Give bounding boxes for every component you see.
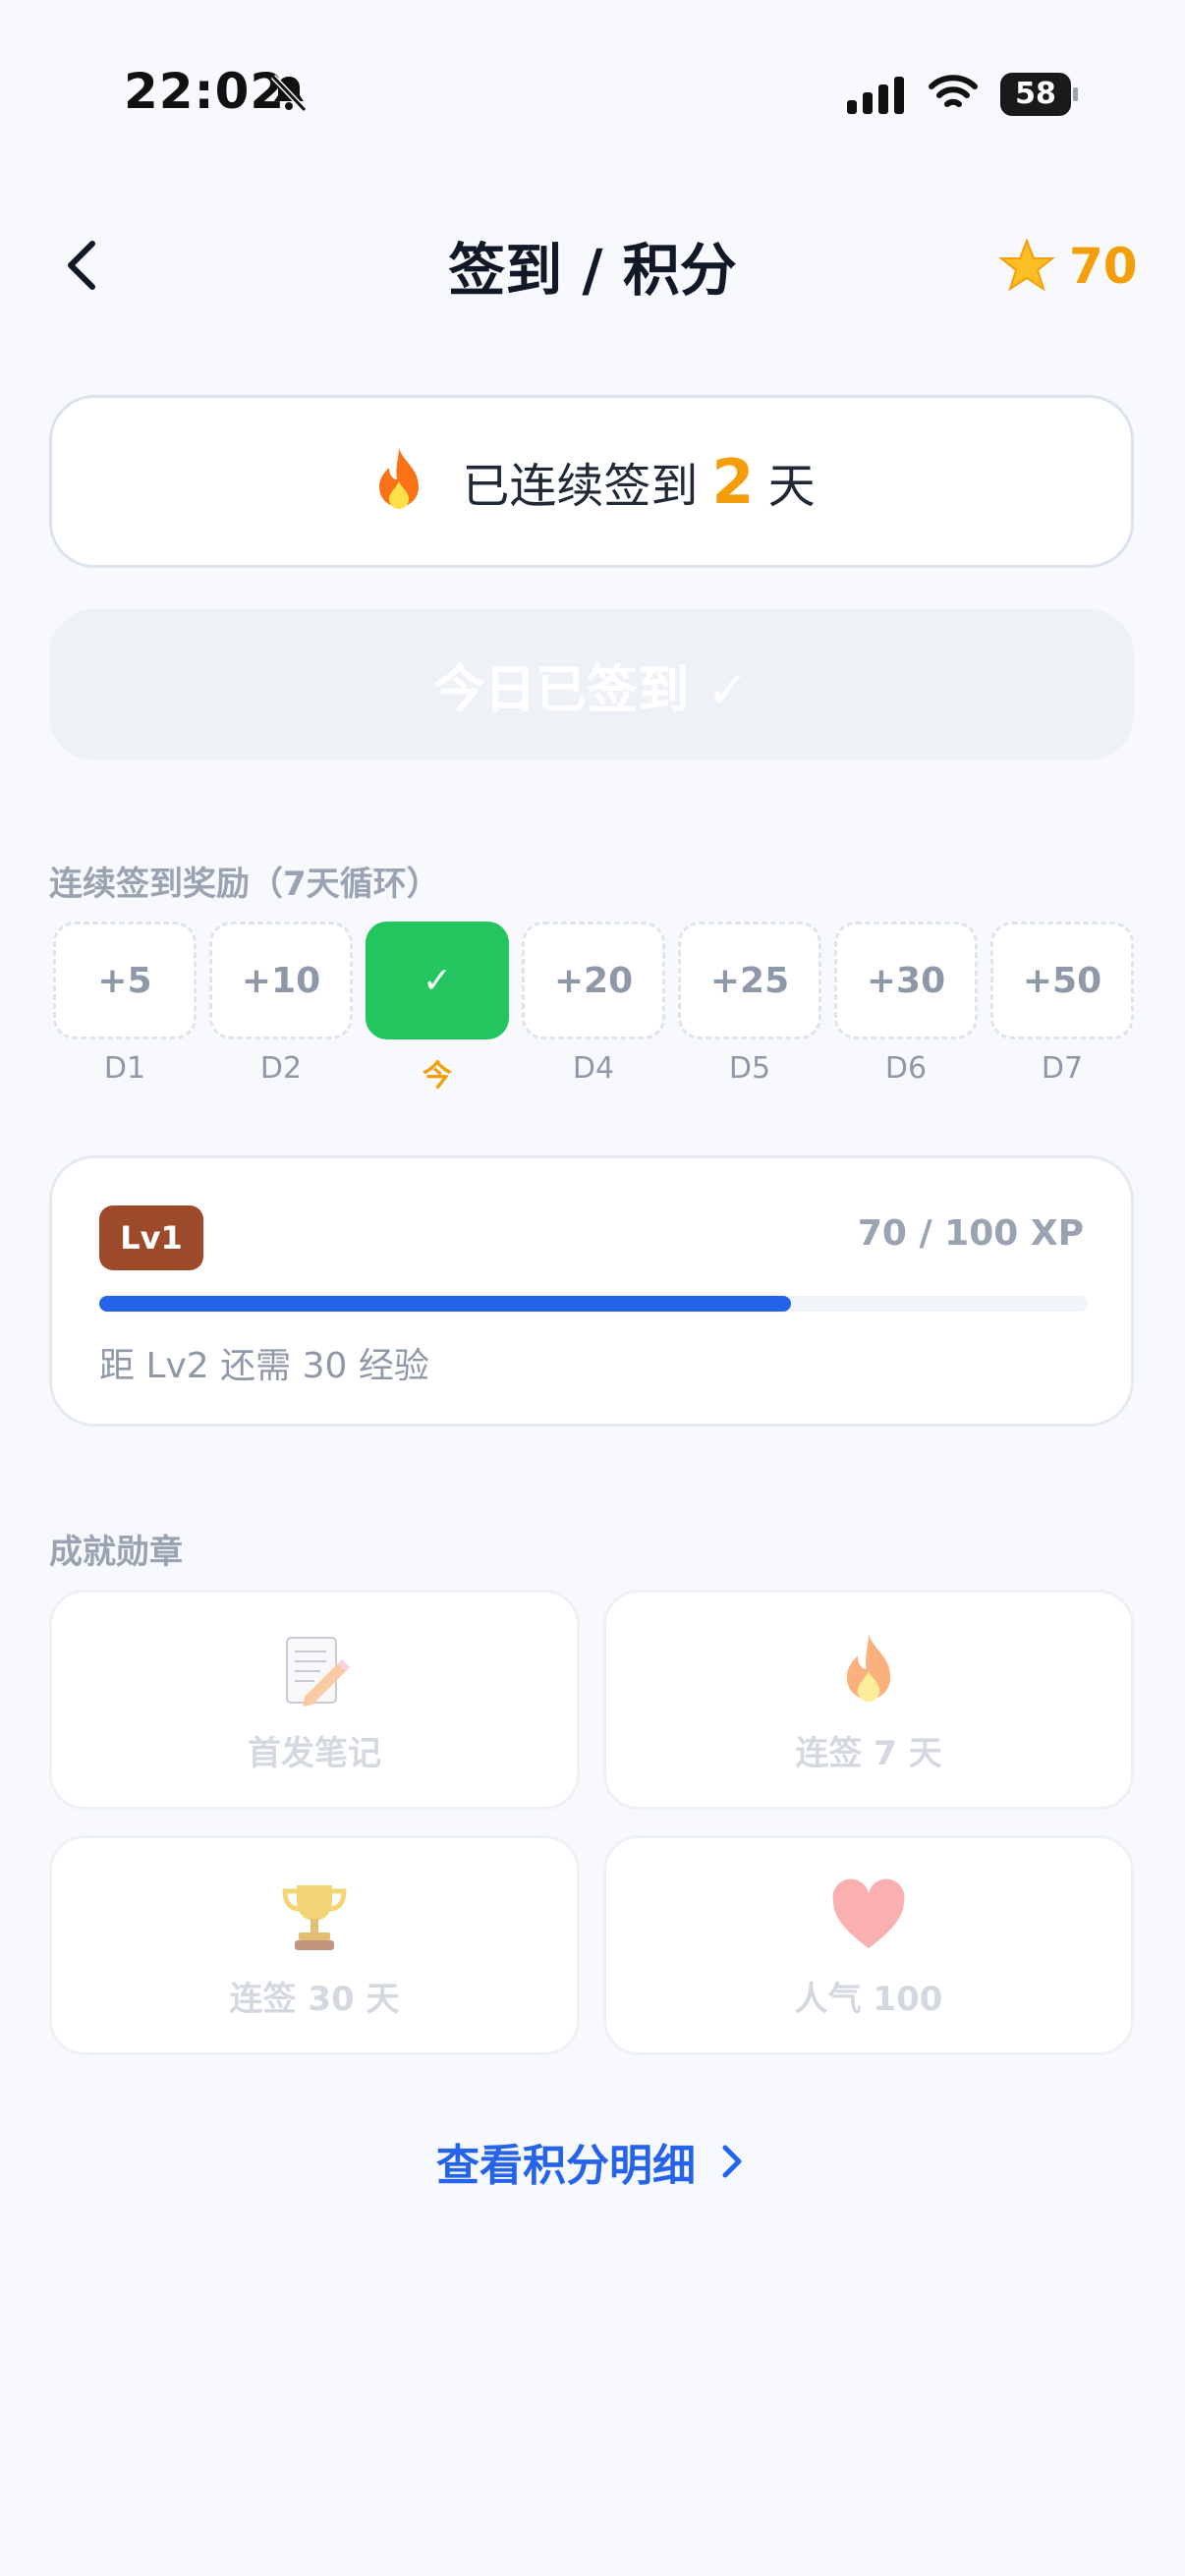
checkin-button[interactable]: 今日已签到 ✓ [49,609,1134,760]
reward-day-value: +25 [678,922,821,1039]
reward-day-4: +20 D4 [522,922,665,1086]
reward-day-value: +30 [834,922,978,1039]
memo-icon [286,1637,350,1707]
reward-day-value: +50 [990,922,1134,1039]
reward-day-label: D1 [103,1051,146,1086]
streak-card: 已连续签到 2 天 [49,395,1134,568]
star-icon [998,238,1055,292]
level-card: Lv1 70 / 100 XP 距 Lv2 还需 30 经验 [49,1155,1134,1427]
achievements-section-title: 成就勋章 [49,1533,183,1572]
reward-day-value: +20 [522,922,665,1039]
reward-day-label: 今 [423,1059,452,1093]
reward-day-label: D7 [1041,1051,1084,1086]
trophy-icon [282,1885,347,1950]
achievement-label: 人气 100 [794,1980,943,2019]
next-level-text: 距 Lv2 还需 30 经验 [99,1346,429,1386]
achievement-label: 连签 7 天 [795,1734,942,1773]
wifi-icon [929,75,978,107]
rewards-section-title: 连续签到奖励（7天循环） [49,865,440,904]
reward-day-today: ✓ 今 [366,922,509,1094]
reward-days: +5 D1 +10 D2 ✓ 今 +20 D4 +25 D5 +30 D6 +5… [53,922,1134,1093]
status-bar: 22:02 58 [0,0,1185,187]
achievement-label: 连签 30 天 [229,1980,400,2019]
streak-days: 2 [711,445,755,518]
points-detail-link[interactable]: 查看积分明细 [0,2130,1185,2193]
reward-day-1: +5 D1 [53,922,197,1086]
achievement-first-note[interactable]: 首发笔记 [49,1590,580,1810]
chevron-right-icon [722,2145,742,2178]
fire-icon [846,1634,891,1703]
bell-muted-icon [270,74,308,113]
reward-day-label: D5 [728,1051,771,1086]
achievement-label: 首发笔记 [248,1734,381,1773]
achievement-streak-30[interactable]: 连签 30 天 [49,1835,580,2055]
xp-progress-bar [99,1296,1088,1312]
reward-day-label: D6 [884,1051,928,1086]
reward-day-2: +10 D2 [209,922,353,1086]
streak-suffix: 天 [767,459,816,514]
xp-text: 70 / 100 XP [857,1213,1084,1254]
fire-icon [379,448,420,509]
heart-icon [832,1878,905,1948]
battery-level: 58 [1000,73,1071,116]
status-time: 22:02 [124,63,286,120]
reward-day-value: +5 [53,922,197,1039]
reward-day-value: +10 [209,922,353,1039]
points-value: 70 [1069,238,1138,295]
reward-day-7: +50 D7 [990,922,1134,1086]
achievement-streak-7[interactable]: 连签 7 天 [603,1590,1134,1810]
reward-day-label: D4 [572,1051,615,1086]
reward-day-6: +30 D6 [834,922,978,1086]
signal-icon [847,77,904,114]
achievement-popularity-100[interactable]: 人气 100 [603,1835,1134,2055]
battery-icon: 58 [1000,73,1079,116]
level-badge: Lv1 [99,1205,203,1270]
reward-day-check: ✓ [366,922,509,1039]
xp-progress-fill [99,1296,792,1312]
points-detail-label: 查看积分明细 [436,2141,696,2191]
streak-prefix: 已连续签到 [462,459,699,514]
reward-day-5: +25 D5 [678,922,821,1086]
reward-day-label: D2 [259,1051,303,1086]
points-balance: 70 [998,232,1138,301]
